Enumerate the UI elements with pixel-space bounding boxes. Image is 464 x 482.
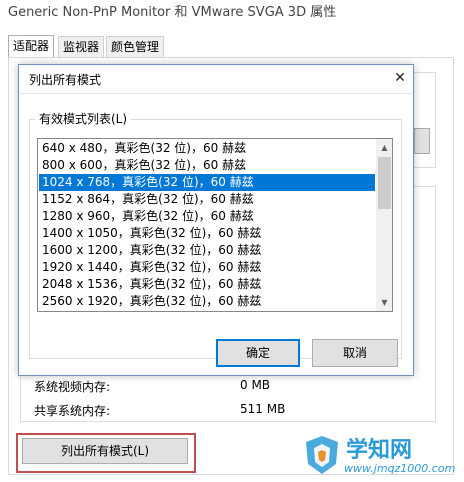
vertical-scrollbar[interactable]: ▲ ▼ <box>376 139 392 311</box>
highlight-box <box>16 433 196 473</box>
scroll-up-icon[interactable]: ▲ <box>376 139 392 156</box>
close-icon[interactable]: ✕ <box>389 67 411 89</box>
list-item[interactable]: 1400 x 1050，真彩色(32 位)，60 赫兹 <box>39 225 375 242</box>
list-item[interactable]: 1920 x 1440，真彩色(32 位)，60 赫兹 <box>39 259 375 276</box>
title-separator <box>19 93 413 94</box>
list-item[interactable]: 640 x 480，真彩色(32 位)，60 赫兹 <box>39 140 375 157</box>
tab-adapter[interactable]: 适配器 <box>8 35 55 58</box>
shared-system-memory-label: 共享系统内存: <box>34 404 111 418</box>
tab-monitor[interactable]: 监视器 <box>58 36 105 57</box>
list-item-selected[interactable]: 1024 x 768，真彩色(32 位)，60 赫兹 <box>39 174 375 191</box>
scroll-down-icon[interactable]: ▼ <box>376 294 392 311</box>
cancel-button[interactable]: 取消 <box>312 339 398 367</box>
window-title: Generic Non-PnP Monitor 和 VMware SVGA 3D… <box>0 0 464 30</box>
list-item[interactable]: 1152 x 864，真彩色(32 位)，60 赫兹 <box>39 191 375 208</box>
list-item[interactable]: 800 x 600，真彩色(32 位)，60 赫兹 <box>39 157 375 174</box>
watermark: 学知网 www.jmqz1000.com <box>300 430 464 482</box>
ok-button[interactable]: 确定 <box>216 339 300 367</box>
shared-system-memory-value: 511 MB <box>240 402 286 416</box>
list-item[interactable]: 2560 x 1920，真彩色(32 位)，60 赫兹 <box>39 293 375 310</box>
properties-button[interactable] <box>414 128 430 154</box>
tab-color-management[interactable]: 颜色管理 <box>106 36 165 57</box>
modes-listbox[interactable]: 640 x 480，真彩色(32 位)，60 赫兹 800 x 600，真彩色(… <box>37 138 393 312</box>
dialog-title: 列出所有模式 <box>29 73 102 87</box>
system-video-memory-label: 系统视频内存: <box>34 380 111 394</box>
scrollbar-thumb[interactable] <box>378 157 391 209</box>
list-item[interactable]: 1600 x 1200，真彩色(32 位)，60 赫兹 <box>39 242 375 259</box>
watermark-logo-icon <box>306 436 338 474</box>
list-item[interactable]: 1280 x 960，真彩色(32 位)，60 赫兹 <box>39 208 375 225</box>
watermark-title: 学知网 <box>346 438 413 463</box>
watermark-url: www.jmqz1000.com <box>344 462 456 475</box>
valid-modes-label: 有效模式列表(L) <box>35 110 132 127</box>
list-all-modes-dialog: 列出所有模式 ✕ 有效模式列表(L) 640 x 480，真彩色(32 位)，6… <box>18 64 414 376</box>
system-video-memory-value: 0 MB <box>240 378 271 392</box>
list-item[interactable]: 2048 x 1536，真彩色(32 位)，60 赫兹 <box>39 276 375 293</box>
